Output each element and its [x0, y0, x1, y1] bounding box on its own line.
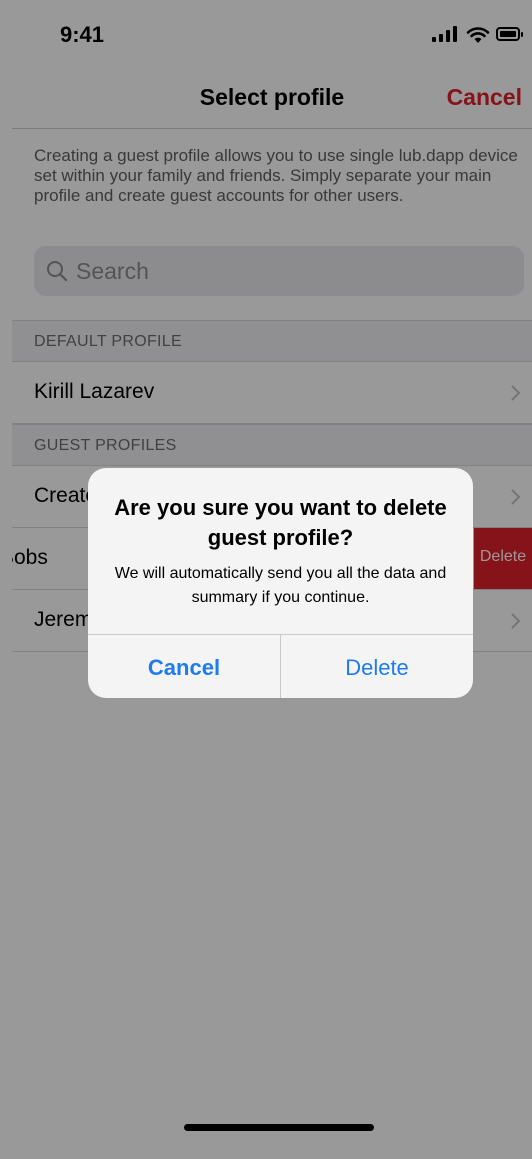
alert-delete-button[interactable]: Delete [281, 635, 473, 698]
delete-confirmation-alert: Are you sure you want to delete guest pr… [88, 468, 473, 698]
alert-message: We will automatically send you all the d… [114, 565, 447, 606]
alert-title: Are you sure you want to delete guest pr… [114, 495, 447, 550]
alert-cancel-button[interactable]: Cancel [88, 635, 281, 698]
alert-cancel-label: Cancel [147, 655, 221, 680]
alert-delete-label: Delete [345, 655, 409, 680]
